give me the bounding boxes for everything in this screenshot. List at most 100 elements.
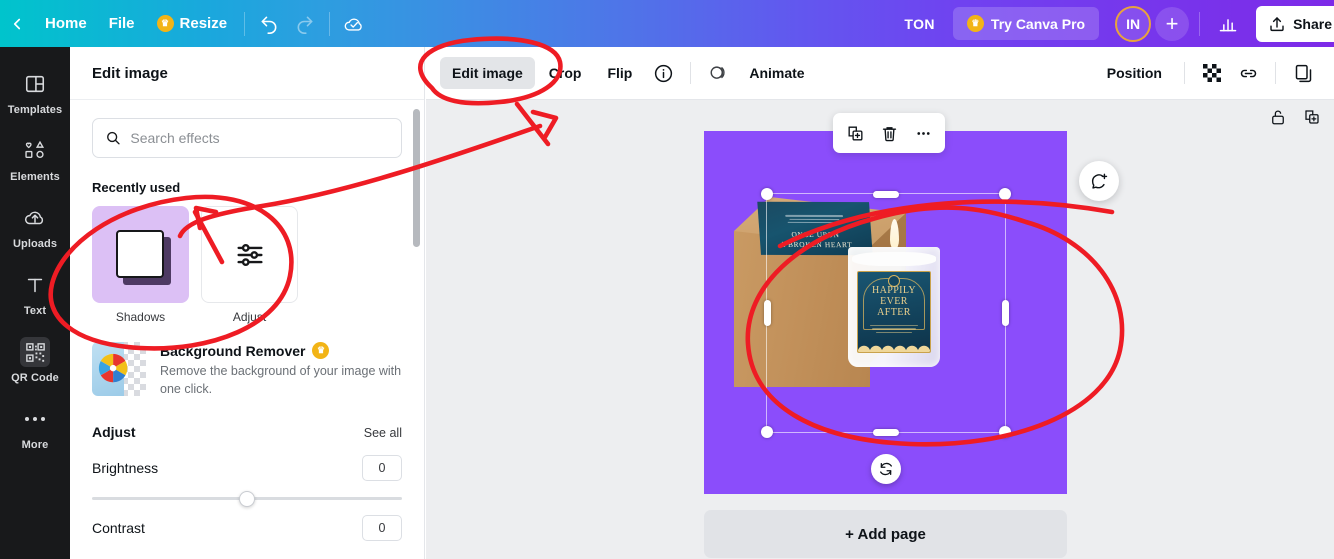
contrast-value[interactable]: 0 xyxy=(362,515,402,542)
sidebar-label: More xyxy=(21,439,49,451)
lock-open-icon[interactable] xyxy=(1264,103,1292,131)
divider xyxy=(244,11,246,36)
edit-image-panel: Edit image Recently used Shadows xyxy=(70,47,425,559)
share-button[interactable]: Share xyxy=(1256,5,1334,42)
canvas-stage: ONCE UPON A BROKEN HEART HAPPILY EVER AF… xyxy=(426,100,1334,559)
brightness-slider[interactable] xyxy=(92,490,402,507)
resize-handle-left[interactable] xyxy=(763,300,771,326)
add-page-button[interactable]: + Add page xyxy=(704,510,1067,558)
resize-handle-bottom-left[interactable] xyxy=(761,426,773,438)
shapes-icon xyxy=(20,136,50,166)
promo-title: Background Remover xyxy=(160,342,306,359)
divider xyxy=(1184,62,1185,84)
sidebar-label: Elements xyxy=(10,171,60,183)
contrast-top: Contrast 0 xyxy=(92,515,402,542)
brightness-value[interactable]: 0 xyxy=(362,455,402,482)
sidebar-label: Uploads xyxy=(12,238,58,250)
resize-handle-top[interactable] xyxy=(873,190,899,198)
effect-card-shadows[interactable]: Shadows xyxy=(92,206,189,324)
effects-grid: Shadows Adjust xyxy=(92,206,402,324)
promo-text: Background Remover ♛ Remove the backgrou… xyxy=(160,342,402,398)
back-icon[interactable] xyxy=(0,0,34,47)
panel-scrollbar-thumb[interactable] xyxy=(413,109,420,247)
resize-button[interactable]: ♛ Resize xyxy=(146,8,239,39)
resize-handle-top-right[interactable] xyxy=(999,188,1011,200)
divider xyxy=(329,11,331,36)
shadow-swatch-icon xyxy=(92,206,189,303)
search-effects-box[interactable] xyxy=(92,118,402,158)
duplicate-page-icon[interactable] xyxy=(1298,103,1326,131)
divider xyxy=(690,62,692,84)
see-all-link[interactable]: See all xyxy=(364,426,402,440)
background-remover-promo[interactable]: Background Remover ♛ Remove the backgrou… xyxy=(92,342,402,398)
sidebar-item-more[interactable]: More xyxy=(4,396,66,458)
animate-button[interactable]: Animate xyxy=(737,57,816,89)
contrast-label: Contrast xyxy=(92,520,145,537)
rotate-icon[interactable] xyxy=(871,454,901,484)
canva-editor-window: Home File ♛ Resize TON ♛ Try Canva Pro I… xyxy=(0,0,1334,559)
sidebar-label: QR Code xyxy=(11,372,59,384)
pro-label: Try Canva Pro xyxy=(990,15,1086,32)
cloud-upload-icon xyxy=(20,203,50,233)
tab-crop[interactable]: Crop xyxy=(537,57,594,89)
crown-icon: ♛ xyxy=(312,342,330,359)
duplicate-icon[interactable] xyxy=(1286,56,1320,90)
brightness-label: Brightness xyxy=(92,460,159,477)
effect-label: Adjust xyxy=(232,310,267,324)
try-canva-pro-button[interactable]: ♛ Try Canva Pro xyxy=(952,7,1100,40)
search-icon xyxy=(107,131,120,145)
sliders-icon xyxy=(201,206,298,303)
sidebar-item-elements[interactable]: Elements xyxy=(4,128,66,190)
sidebar-label: Text xyxy=(23,305,47,317)
sidebar-item-uploads[interactable]: Uploads xyxy=(4,195,66,257)
panel-title: Edit image xyxy=(70,47,424,100)
brightness-knob[interactable] xyxy=(239,490,255,507)
home-label: Home xyxy=(45,15,87,32)
tab-flip[interactable]: Flip xyxy=(595,57,644,89)
sidebar-item-qr-code[interactable]: QR Code xyxy=(4,329,66,391)
trash-icon[interactable] xyxy=(873,117,905,149)
duplicate-element-icon[interactable] xyxy=(839,117,871,149)
position-button[interactable]: Position xyxy=(1095,57,1174,89)
animate-circles-icon[interactable] xyxy=(701,56,735,90)
resize-handle-top-left[interactable] xyxy=(761,188,773,200)
contrast-slider-row: Contrast 0 xyxy=(92,515,402,542)
bar-chart-icon[interactable] xyxy=(1210,6,1246,42)
adjust-section-header: Adjust See all xyxy=(92,424,402,440)
redo-icon[interactable] xyxy=(287,6,323,42)
avatar-group: IN + xyxy=(1115,5,1190,42)
info-circle-icon[interactable] xyxy=(646,56,680,90)
tab-edit-image[interactable]: Edit image xyxy=(440,57,535,89)
transparency-checker-icon[interactable] xyxy=(1195,56,1229,90)
home-button[interactable]: Home xyxy=(34,8,98,39)
plus-icon[interactable]: + xyxy=(1155,6,1190,41)
add-comment-icon[interactable] xyxy=(1079,161,1119,201)
selection-bounding-box[interactable] xyxy=(761,188,1011,484)
image-toolbar: Edit image Crop Flip Animate Position xyxy=(426,47,1334,100)
panel-scrollbar[interactable] xyxy=(413,57,420,547)
sidebar-item-templates[interactable]: Templates xyxy=(4,61,66,123)
divider xyxy=(1199,11,1201,36)
avatar[interactable]: IN xyxy=(1115,5,1152,42)
file-menu-button[interactable]: File xyxy=(98,8,146,39)
effect-card-adjust[interactable]: Adjust xyxy=(201,206,298,324)
templates-grid-icon xyxy=(20,69,50,99)
resize-label: Resize xyxy=(179,15,228,32)
file-label: File xyxy=(108,15,135,32)
link-icon[interactable] xyxy=(1231,56,1265,90)
resize-handle-bottom-right[interactable] xyxy=(999,426,1011,438)
recently-used-heading: Recently used xyxy=(92,180,181,195)
more-options-ellipsis-icon[interactable] xyxy=(907,117,939,149)
qr-code-icon xyxy=(20,337,50,367)
upload-icon xyxy=(1270,16,1284,31)
sidebar-item-text[interactable]: Text xyxy=(4,262,66,324)
resize-handle-bottom[interactable] xyxy=(873,428,899,436)
cloud-check-icon[interactable] xyxy=(336,6,372,42)
undo-icon[interactable] xyxy=(251,6,287,42)
search-input[interactable] xyxy=(130,130,389,146)
resize-handle-right[interactable] xyxy=(1001,300,1009,326)
avatar-initials: IN xyxy=(1126,15,1141,32)
crown-icon: ♛ xyxy=(966,15,984,32)
element-floating-toolbar xyxy=(833,113,945,153)
account-label: TON xyxy=(904,15,935,32)
